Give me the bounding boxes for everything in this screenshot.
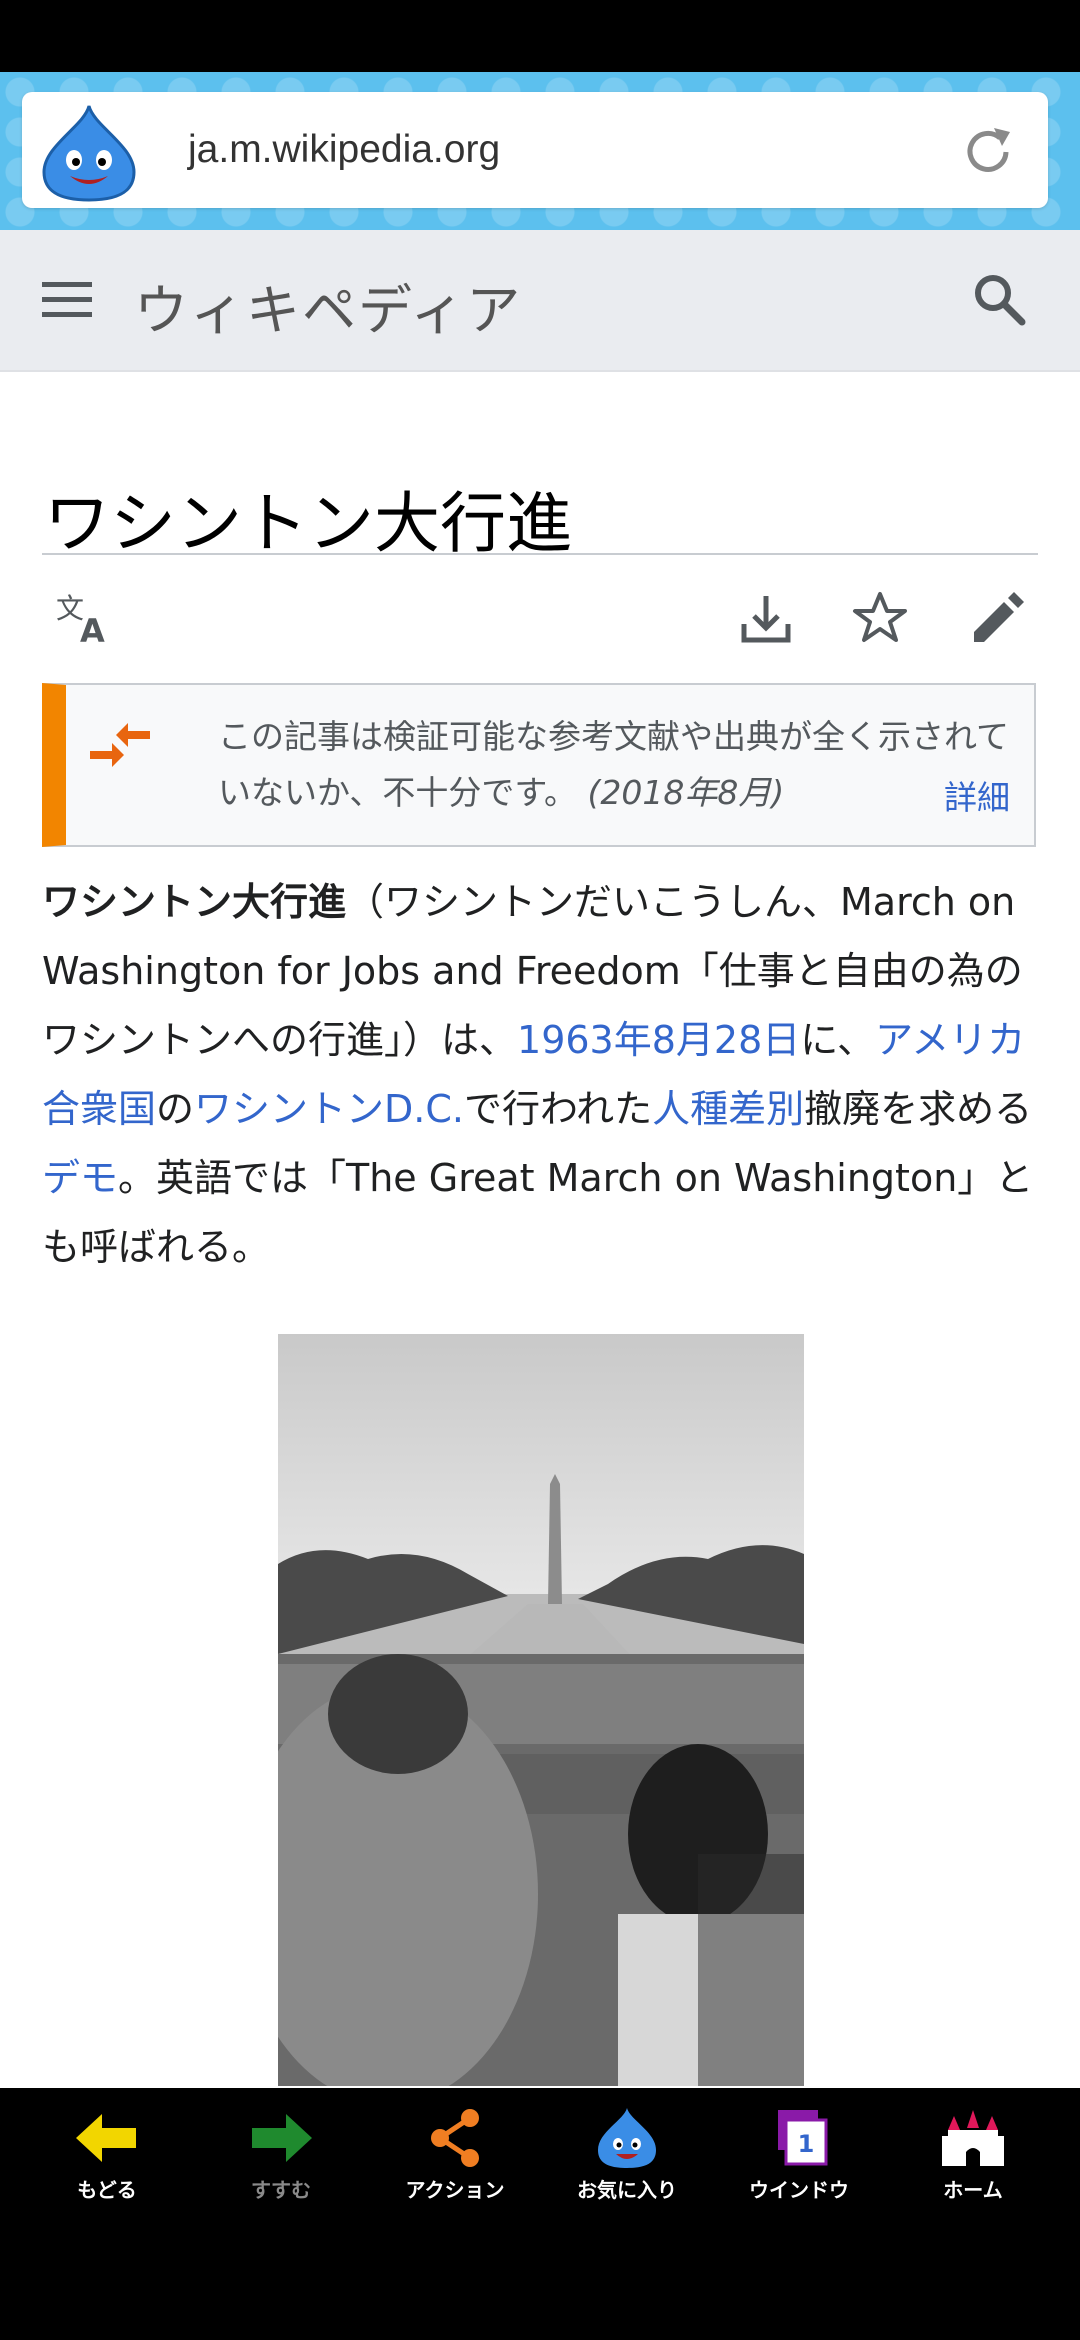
- bottom-toolbar: もどる すすむ アクション お気に入り 1 ウインドウ ホーム: [0, 2088, 1080, 2340]
- lead-text: 。英語では「The Great March on Washington」とも呼ば…: [42, 1156, 1034, 1269]
- back-arrow-icon: [76, 2114, 136, 2162]
- action-label: アクション: [405, 2178, 505, 2202]
- citation-notice: この記事は検証可能な参考文献や出典が全く示されていないか、不十分です。 (201…: [42, 683, 1036, 847]
- notice-details-link[interactable]: 詳細: [944, 771, 1010, 819]
- photo-graphic: [278, 1334, 804, 2086]
- window-button[interactable]: 1 ウインドウ: [724, 2106, 874, 2216]
- lead-text: で行われた: [463, 1087, 653, 1131]
- lead-text: の: [156, 1087, 195, 1131]
- page-title: ワシントン大行進: [44, 485, 572, 563]
- link-date[interactable]: 1963年8月28日: [517, 1018, 800, 1062]
- share-icon: [431, 2109, 479, 2167]
- url-box[interactable]: ja.m.wikipedia.org: [22, 92, 1048, 208]
- window-count: 1: [798, 2130, 815, 2158]
- wiki-logo[interactable]: ウィキペディア: [134, 266, 522, 345]
- lead-text: に、: [800, 1018, 876, 1062]
- browser-bar: ja.m.wikipedia.org: [0, 72, 1080, 230]
- star-icon[interactable]: [852, 590, 908, 646]
- reload-icon[interactable]: [958, 122, 1018, 182]
- notice-date: (2018年8月): [587, 773, 785, 812]
- forward-arrow-icon: [252, 2114, 312, 2162]
- window-icon: 1: [778, 2110, 828, 2166]
- download-icon[interactable]: [738, 590, 794, 646]
- back-label: もどる: [77, 2178, 137, 2202]
- link-racial-discrimination[interactable]: 人種差別: [652, 1087, 804, 1131]
- forward-button[interactable]: すすむ: [206, 2106, 356, 2216]
- lead-text: 撤廃を求める: [804, 1087, 1033, 1131]
- home-label: ホーム: [943, 2178, 1003, 2202]
- svg-text:A: A: [80, 612, 105, 646]
- favorites-label: お気に入り: [577, 2178, 677, 2202]
- status-bar: [0, 0, 1080, 72]
- link-demonstration[interactable]: デモ: [42, 1156, 118, 1200]
- url-text[interactable]: ja.m.wikipedia.org: [188, 128, 500, 172]
- notice-text: この記事は検証可能な参考文献や出典が全く示されていないか、不十分です。 (201…: [218, 709, 1018, 821]
- castle-home-icon: [942, 2110, 1004, 2166]
- edit-icon[interactable]: [968, 590, 1024, 646]
- lead-paragraph: ワシントン大行進（ワシントンだいこうしん、March on Washington…: [42, 868, 1042, 1282]
- article-photo[interactable]: [278, 1334, 804, 2086]
- slime-icon[interactable]: [34, 102, 144, 202]
- favorites-button[interactable]: お気に入り: [552, 2106, 702, 2216]
- home-button[interactable]: ホーム: [898, 2106, 1048, 2216]
- action-button[interactable]: アクション: [380, 2106, 530, 2216]
- forward-label: すすむ: [251, 2178, 311, 2202]
- menu-icon[interactable]: [42, 278, 92, 322]
- wiki-header: ウィキペディア: [0, 230, 1080, 372]
- link-washington-dc[interactable]: ワシントンD.C.: [194, 1087, 464, 1131]
- back-button[interactable]: もどる: [32, 2106, 182, 2216]
- lead-bold-title: ワシントン大行進: [42, 880, 347, 924]
- slime-favorite-icon: [598, 2108, 656, 2168]
- search-icon[interactable]: [970, 270, 1028, 328]
- language-icon[interactable]: 文 A: [54, 590, 114, 646]
- title-divider: [42, 553, 1038, 555]
- window-label: ウインドウ: [749, 2178, 849, 2202]
- merge-icon: [90, 723, 150, 767]
